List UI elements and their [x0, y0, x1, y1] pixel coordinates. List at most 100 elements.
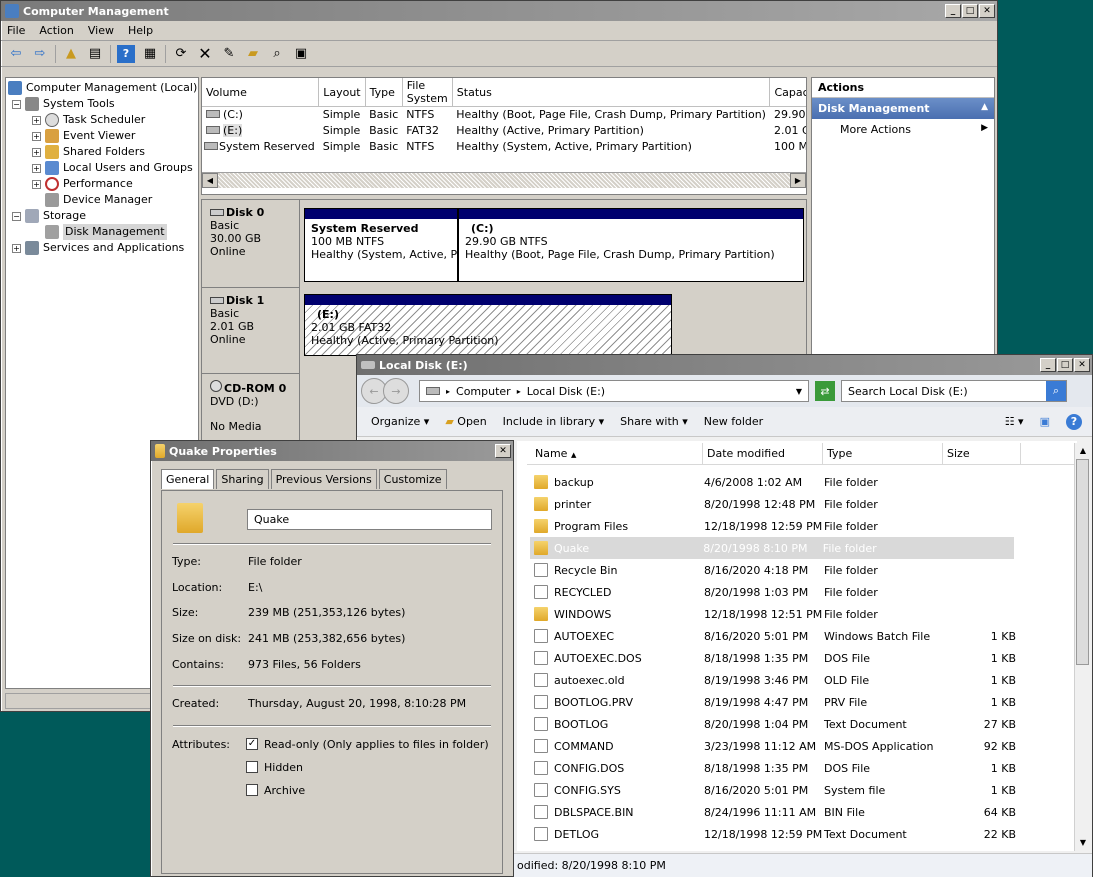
explorer-titlebar[interactable]: Local Disk (E:) _ □ ✕: [357, 355, 1092, 375]
tree-item-computer-management[interactable]: Computer Management (Local): [8, 80, 197, 96]
properties-titlebar[interactable]: Quake Properties ✕: [151, 441, 513, 461]
tree-item-device-manager[interactable]: Device Manager: [8, 192, 196, 208]
disk0-label[interactable]: Disk 0 Basic 30.00 GB Online: [202, 200, 300, 288]
menu-action[interactable]: Action: [39, 24, 73, 37]
checkbox[interactable]: ✓: [246, 738, 258, 750]
close-button[interactable]: ✕: [1074, 358, 1090, 372]
col-size[interactable]: Size: [943, 443, 1021, 464]
table-row[interactable]: (C:) Simple Basic NTFS Healthy (Boot, Pa…: [202, 107, 806, 123]
list-item[interactable]: autoexec.old 8/19/1998 3:46 PM OLD File 1 K…: [534, 669, 1016, 691]
collapse-icon[interactable]: −: [12, 211, 21, 221]
col-volume[interactable]: Volume: [202, 78, 320, 107]
help-icon[interactable]: ?: [117, 44, 135, 63]
properties-icon[interactable]: ✎: [220, 45, 238, 63]
open-icon[interactable]: ▰: [244, 45, 262, 63]
list-item[interactable]: AUTOEXEC 8/16/2020 5:01 PM Windows Batch F…: [534, 625, 1016, 647]
attribute-checkbox-row[interactable]: ✓ Read-only (Only applies to files in fol…: [246, 738, 489, 751]
col-capacity[interactable]: Capacity: [769, 78, 806, 107]
list-item[interactable]: RECYCLED 8/20/1998 1:03 PM File folder: [534, 581, 1016, 603]
list-item[interactable]: BOOTLOG 8/20/1998 1:04 PM Text Document 27 …: [534, 713, 1016, 735]
table-row[interactable]: (E:) Simple Basic FAT32 Healthy (Active,…: [202, 123, 806, 139]
partition-system-reserved[interactable]: System Reserved 100 MB NTFS Healthy (Sys…: [304, 208, 458, 282]
delete-icon[interactable]: ✕: [196, 44, 214, 63]
disk1-label[interactable]: Disk 1 Basic 2.01 GB Online: [202, 288, 300, 374]
share-with-button[interactable]: Share with ▾: [620, 415, 688, 428]
col-type[interactable]: Type: [823, 443, 943, 464]
list-item[interactable]: AUTOEXEC.DOS 8/18/1998 1:35 PM DOS File 1 K…: [534, 647, 1016, 669]
include-in-library-button[interactable]: Include in library ▾: [503, 415, 604, 428]
col-name[interactable]: Name ▲: [527, 443, 703, 464]
rescan-icon[interactable]: ▣: [292, 45, 310, 63]
menu-view[interactable]: View: [88, 24, 114, 37]
vertical-scrollbar[interactable]: ▲ ▼: [1074, 443, 1090, 851]
expand-icon[interactable]: +: [32, 131, 41, 141]
menu-file[interactable]: File: [7, 24, 25, 37]
list-item[interactable]: backup 4/6/2008 1:02 AM File folder: [534, 471, 1016, 493]
tree-item-shared-folders[interactable]: + Shared Folders: [8, 144, 196, 160]
minimize-button[interactable]: _: [945, 4, 961, 18]
breadcrumb-arrow-icon[interactable]: ▸: [517, 387, 521, 396]
help-icon[interactable]: ?: [1066, 413, 1082, 430]
refresh-icon[interactable]: ⇄: [815, 381, 835, 401]
list-item[interactable]: CONFIG.DOS 8/18/1998 1:35 PM DOS File 1 KB: [534, 757, 1016, 779]
back-arrow-icon[interactable]: ⇦: [7, 45, 25, 63]
close-button[interactable]: ✕: [979, 4, 995, 18]
col-type[interactable]: Type: [365, 78, 403, 107]
list-item[interactable]: printer 8/20/1998 12:48 PM File folder: [534, 493, 1016, 515]
horizontal-scrollbar[interactable]: ◀ ▶: [202, 172, 806, 188]
col-date-modified[interactable]: Date modified: [703, 443, 823, 464]
breadcrumb-local-disk[interactable]: Local Disk (E:): [527, 385, 605, 398]
tab-previous-versions[interactable]: Previous Versions: [270, 469, 377, 489]
tree-item-storage[interactable]: − Storage: [8, 208, 196, 224]
cm-titlebar[interactable]: Computer Management _ □ ✕: [1, 1, 997, 21]
scroll-left-icon[interactable]: ◀: [202, 173, 218, 188]
tree-item-performance[interactable]: + Performance: [8, 176, 196, 192]
col-file-system[interactable]: File System: [402, 78, 453, 107]
attribute-checkbox-row[interactable]: Archive: [246, 784, 305, 797]
tree-item-services-applications[interactable]: + Services and Applications: [8, 240, 196, 256]
search-icon[interactable]: ⌕: [268, 45, 286, 63]
col-layout[interactable]: Layout: [318, 78, 366, 107]
folder-name-field[interactable]: Quake: [247, 509, 492, 530]
tree-item-system-tools[interactable]: − System Tools: [8, 96, 196, 112]
more-actions-item[interactable]: More Actions ▶: [812, 119, 994, 140]
tab-customize[interactable]: Customize: [378, 469, 447, 489]
collapse-arrow-icon[interactable]: ▲: [981, 102, 988, 115]
checkbox[interactable]: [246, 784, 258, 796]
tab-sharing[interactable]: Sharing: [216, 469, 269, 489]
breadcrumb-computer[interactable]: Computer: [456, 385, 511, 398]
list-item[interactable]: WINDOWS 12/18/1998 12:51 PM File folder: [534, 603, 1016, 625]
forward-arrow-icon[interactable]: ⇨: [31, 45, 49, 63]
search-icon[interactable]: ⌕: [1046, 381, 1066, 401]
expand-icon[interactable]: +: [12, 243, 21, 253]
list-item[interactable]: DBLSPACE.BIN 8/24/1996 11:11 AM BIN File 64…: [534, 801, 1016, 823]
view-options-icon[interactable]: ☷ ▾: [1005, 415, 1024, 428]
tree-item-event-viewer[interactable]: + Event Viewer: [8, 128, 196, 144]
scroll-right-icon[interactable]: ▶: [790, 173, 806, 188]
maximize-button[interactable]: □: [1057, 358, 1073, 372]
forward-button[interactable]: →: [383, 378, 409, 404]
close-button[interactable]: ✕: [495, 444, 511, 458]
expand-icon[interactable]: +: [32, 179, 41, 189]
list-item[interactable]: CONFIG.SYS 8/16/2020 5:01 PM System file 1 …: [534, 779, 1016, 801]
col-status[interactable]: Status: [452, 78, 771, 107]
tree-item-local-users-groups[interactable]: + Local Users and Groups: [8, 160, 196, 176]
list-item[interactable]: Program Files 12/18/1998 12:59 PM File fol…: [534, 515, 1016, 537]
properties-view-icon[interactable]: ▦: [141, 45, 159, 63]
refresh-icon[interactable]: ⟳: [172, 45, 190, 63]
menu-help[interactable]: Help: [128, 24, 153, 37]
new-folder-button[interactable]: New folder: [704, 415, 763, 428]
minimize-button[interactable]: _: [1040, 358, 1056, 372]
tab-general[interactable]: General: [161, 469, 215, 489]
cdrom-label[interactable]: CD-ROM 0 DVD (D:) No Media: [202, 374, 300, 444]
organize-button[interactable]: Organize ▾: [371, 415, 429, 428]
list-item[interactable]: Recycle Bin 8/16/2020 4:18 PM File folder: [534, 559, 1016, 581]
maximize-button[interactable]: □: [962, 4, 978, 18]
scroll-down-icon[interactable]: ▼: [1075, 835, 1091, 851]
tree-item-task-scheduler[interactable]: + Task Scheduler: [8, 112, 196, 128]
expand-icon[interactable]: +: [32, 163, 41, 173]
open-button[interactable]: ▰ Open: [445, 415, 486, 428]
expand-icon[interactable]: +: [32, 115, 41, 125]
tree-item-disk-management[interactable]: Disk Management: [8, 224, 196, 240]
list-item[interactable]: DETLOG 12/18/1998 12:59 PM Text Document 22…: [534, 823, 1016, 845]
